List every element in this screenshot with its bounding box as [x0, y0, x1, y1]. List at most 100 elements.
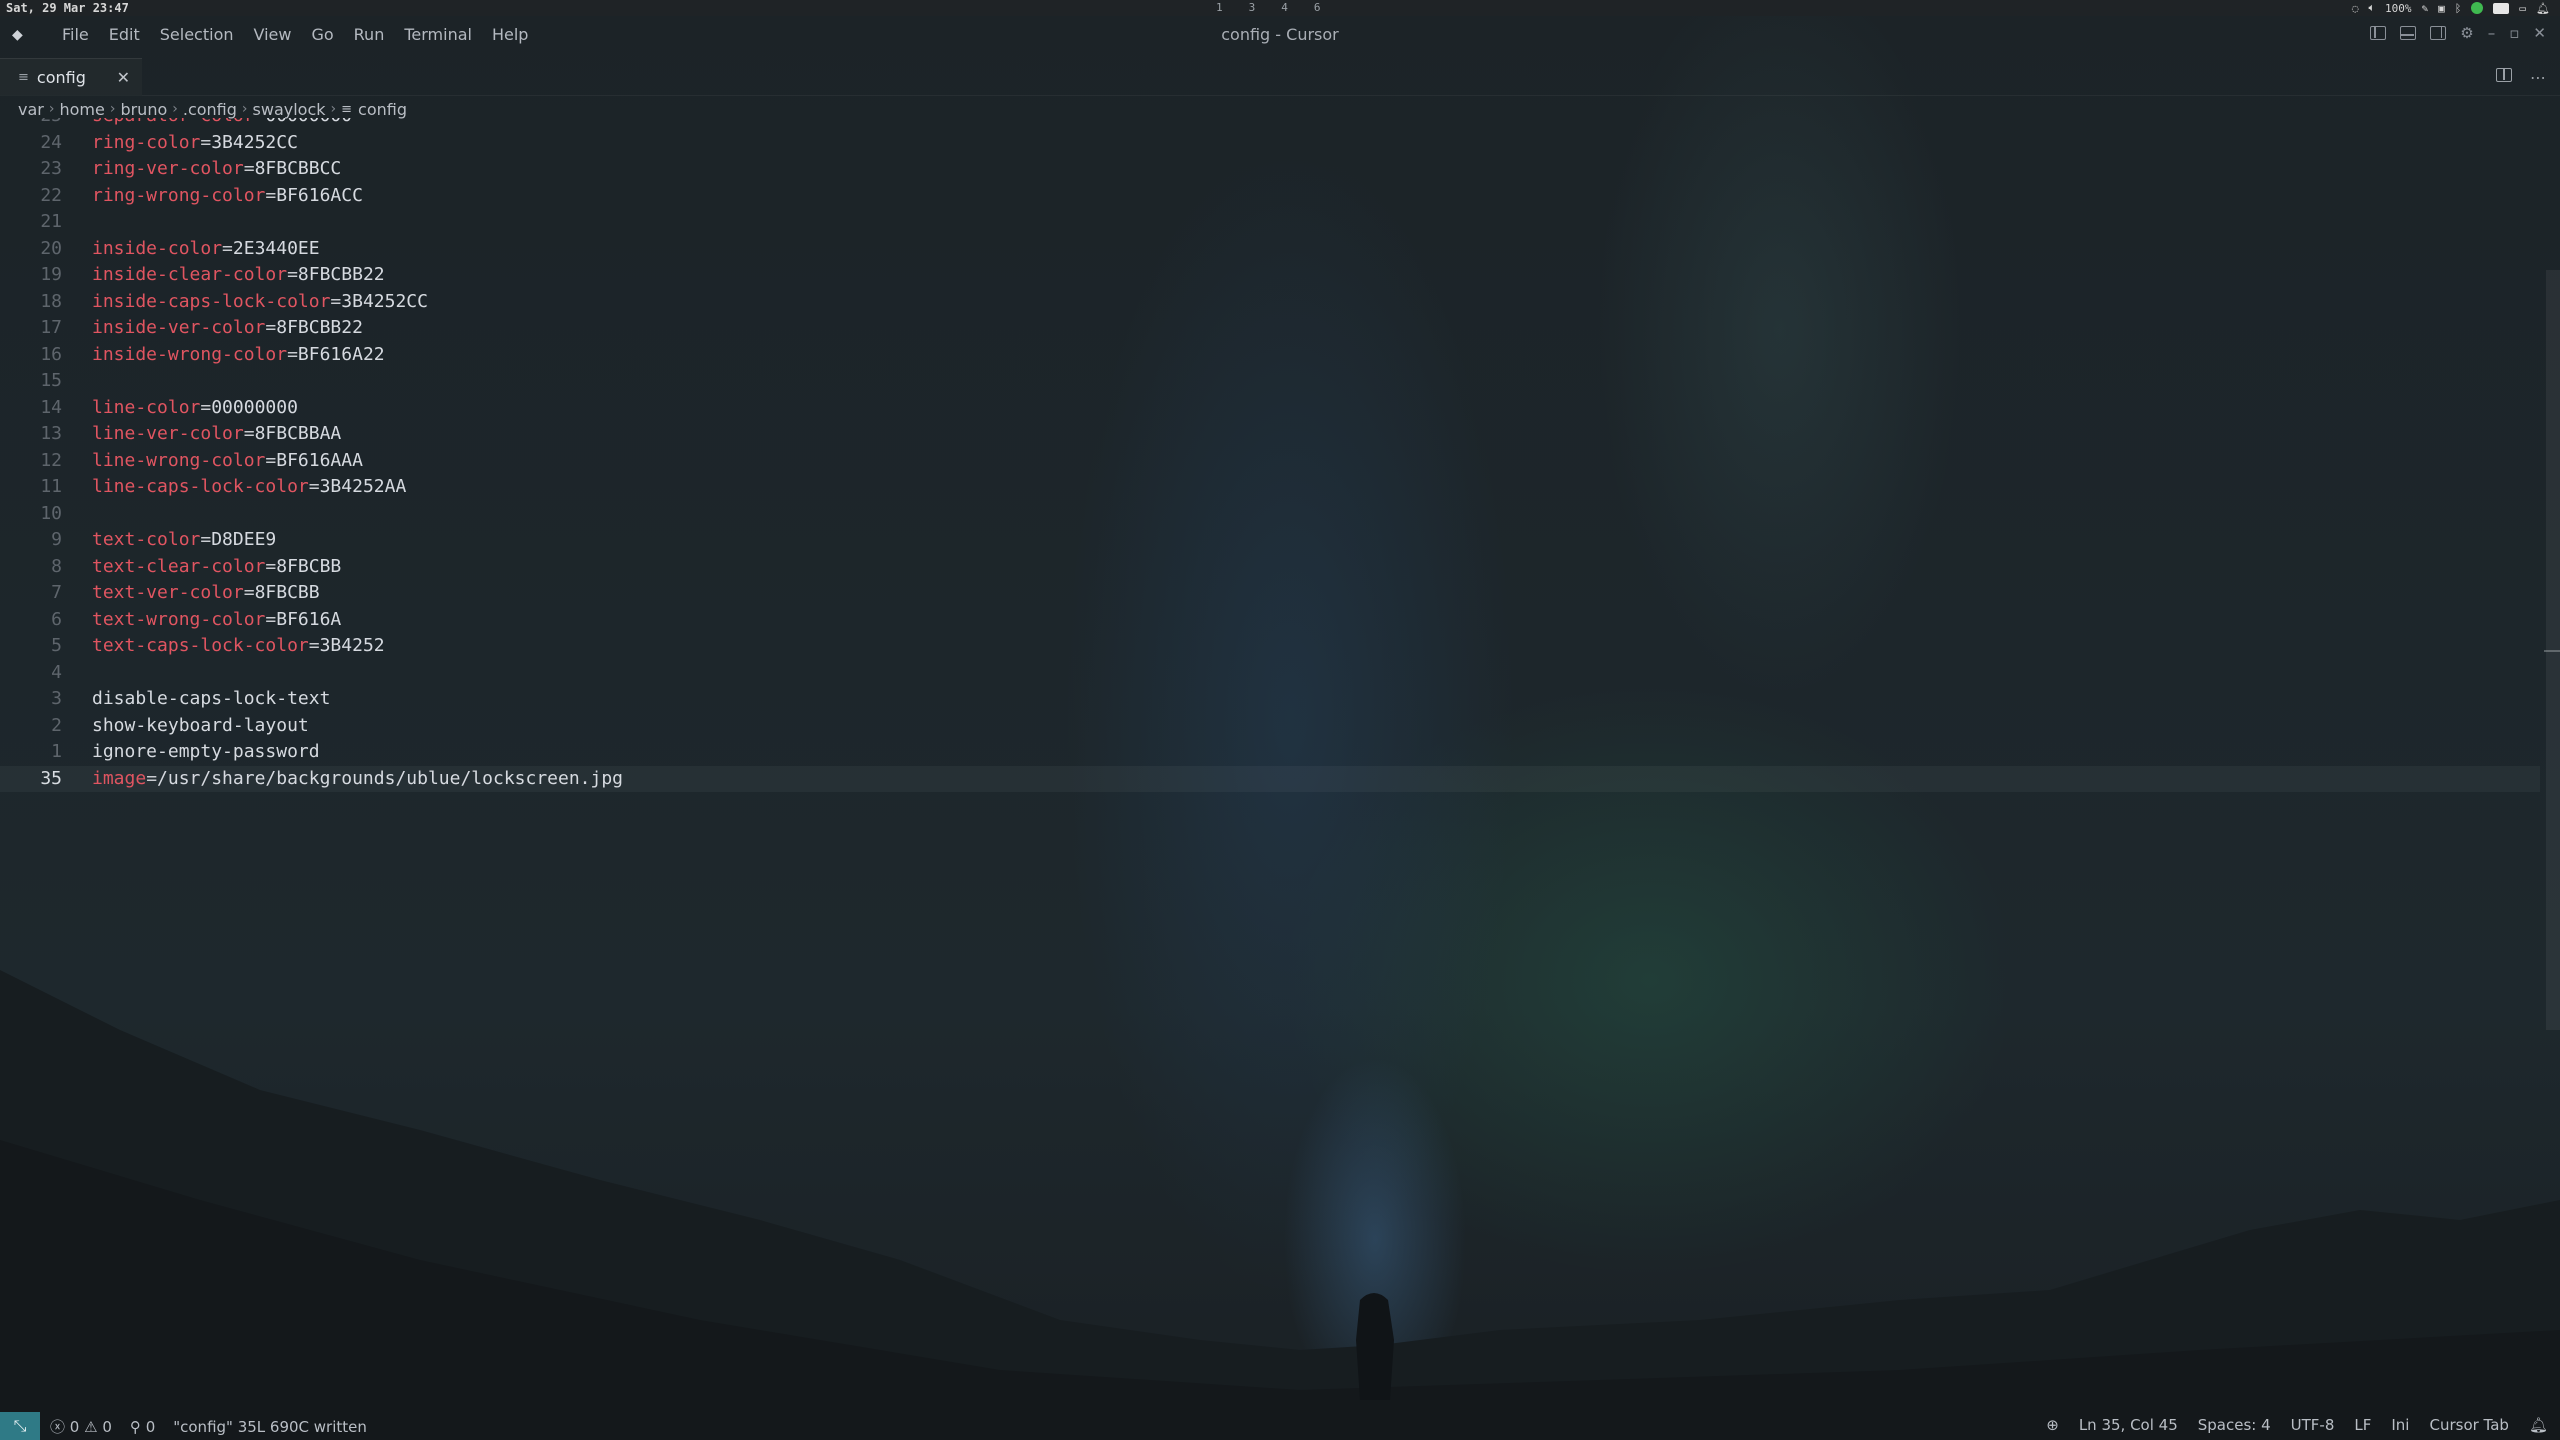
- code-line[interactable]: 35 image=/usr/share/backgrounds/ublue/loc…: [0, 765, 2540, 793]
- line-number: 16: [40, 343, 62, 365]
- code-line[interactable]: 10: [0, 501, 2540, 528]
- mail-icon[interactable]: ▭: [2519, 2, 2526, 15]
- line-number: 20: [40, 237, 62, 259]
- breadcrumb-item[interactable]: bruno: [120, 100, 167, 119]
- workspace-button[interactable]: 1: [1216, 1, 1223, 14]
- equals-sign: =: [265, 555, 277, 577]
- code-line[interactable]: 22 ring-wrong-color=BF616ACC: [0, 183, 2540, 210]
- workspace-button[interactable]: 6: [1314, 1, 1321, 14]
- code-line[interactable]: 18 inside-caps-lock-color=3B4252CC: [0, 289, 2540, 316]
- toggle-secondary-sidebar-icon[interactable]: [2430, 26, 2447, 40]
- volume-icon[interactable]: 🔈︎: [2368, 1, 2375, 15]
- close-window-icon[interactable]: ✕: [2533, 24, 2546, 42]
- directive-text: ignore-empty-password: [92, 741, 320, 762]
- toggle-panel-icon[interactable]: [2400, 26, 2417, 40]
- toggle-primary-sidebar-icon[interactable]: [2370, 26, 2387, 40]
- line-number: 23: [40, 158, 62, 179]
- code-line[interactable]: 5 text-caps-lock-color=3B4252: [0, 633, 2540, 660]
- code-line[interactable]: 15: [0, 368, 2540, 395]
- chat-icon[interactable]: [2493, 2, 2510, 14]
- language-mode[interactable]: Ini: [2391, 1416, 2409, 1434]
- code-line[interactable]: 23 ring-ver-color=8FBCBBCC: [0, 156, 2540, 183]
- editor-scrollbar[interactable]: [2542, 118, 2560, 1418]
- cursor-position-marker: [2544, 650, 2560, 652]
- mic-off-icon[interactable]: ✎: [2422, 2, 2429, 15]
- bluetooth-icon[interactable]: ᛒ: [2455, 2, 2462, 15]
- tab-close-icon[interactable]: ✕: [117, 68, 130, 87]
- config-value: 2E3440EE: [232, 237, 320, 259]
- code-line[interactable]: 13 line-ver-color=8FBCBBAA: [0, 421, 2540, 448]
- indentation[interactable]: Spaces: 4: [2198, 1416, 2271, 1434]
- code-line[interactable]: 7 text-ver-color=8FBCBB: [0, 580, 2540, 607]
- line-number: 3: [51, 688, 62, 709]
- maximize-icon[interactable]: ▫: [2509, 24, 2519, 42]
- line-content: inside-color=2E3440EE: [92, 236, 320, 263]
- workspace-button[interactable]: 3: [1249, 1, 1256, 14]
- code-line[interactable]: 11 line-caps-lock-color=3B4252AA: [0, 474, 2540, 501]
- line-content: image=/usr/share/backgrounds/ublue/locks…: [92, 766, 623, 793]
- menu-selection[interactable]: Selection: [150, 25, 244, 44]
- network-icon[interactable]: ▣: [2438, 2, 2445, 15]
- config-value: D8DEE9: [211, 529, 277, 550]
- code-line[interactable]: 3 disable-caps-lock-text: [0, 686, 2540, 713]
- menu-edit[interactable]: Edit: [99, 25, 150, 44]
- notification-icon[interactable]: 🔔︎: [2536, 2, 2550, 15]
- breadcrumb-item[interactable]: swaylock: [253, 100, 326, 119]
- code-line[interactable]: 21: [0, 209, 2540, 236]
- code-line[interactable]: 12 line-wrong-color=BF616AAA: [0, 448, 2540, 475]
- code-line[interactable]: 8 text-clear-color=8FBCBB: [0, 554, 2540, 581]
- menu-help[interactable]: Help: [482, 25, 538, 44]
- menu-view[interactable]: View: [244, 25, 302, 44]
- workspace-button[interactable]: 4: [1281, 1, 1288, 14]
- code-line[interactable]: 14 line-color=00000000: [0, 395, 2540, 422]
- code-line[interactable]: 9 text-color=D8DEE9: [0, 527, 2540, 554]
- config-key: line-caps-lock-color: [92, 476, 309, 497]
- code-line[interactable]: 19 inside-clear-color=8FBCBB22: [0, 262, 2540, 289]
- cursor-position[interactable]: Ln 35, Col 45: [2079, 1416, 2178, 1434]
- menu-run[interactable]: Run: [344, 25, 395, 44]
- end-of-line[interactable]: LF: [2354, 1416, 2371, 1434]
- more-actions-icon[interactable]: ⋯: [2530, 68, 2546, 87]
- split-editor-icon[interactable]: [2496, 68, 2512, 82]
- line-number: 22: [40, 184, 62, 206]
- chevron-right-icon: ›: [330, 101, 337, 117]
- breadcrumb-item[interactable]: var: [18, 100, 44, 119]
- menu-file[interactable]: File: [52, 25, 99, 44]
- config-value: BF616AAA: [276, 449, 363, 471]
- ini-file-icon: ≡: [18, 70, 29, 85]
- ports-indicator[interactable]: ⚲ 0: [130, 1418, 155, 1436]
- settings-gear-icon[interactable]: ⚙: [2460, 24, 2473, 42]
- code-editor[interactable]: 25separator-color=0000000024ring-color=3…: [0, 118, 2540, 1418]
- minimize-icon[interactable]: –: [2488, 24, 2496, 42]
- config-value: 8FBCBBCC: [254, 158, 342, 179]
- code-line[interactable]: 24 ring-color=3B4252CC: [0, 130, 2540, 157]
- remote-indicator-icon[interactable]: ⤡: [0, 1412, 40, 1440]
- config-key: image: [92, 767, 147, 789]
- notifications-bell-icon[interactable]: 🔔︎: [2529, 1416, 2548, 1434]
- code-line[interactable]: 4: [0, 660, 2540, 687]
- code-line[interactable]: 1 ignore-empty-password: [0, 739, 2540, 766]
- breadcrumb-item[interactable]: .config: [183, 100, 237, 119]
- menu-go[interactable]: Go: [301, 25, 343, 44]
- system-clock: Sat, 29 Mar 23:47: [6, 1, 129, 15]
- breadcrumb-item[interactable]: home: [59, 100, 104, 119]
- code-line[interactable]: 20 inside-color=2E3440EE: [0, 236, 2540, 263]
- line-number: 5: [51, 635, 62, 656]
- problems-indicator[interactable]: ⓧ 0 ⚠ 0: [50, 1416, 112, 1437]
- line-content: inside-ver-color=8FBCBB22: [92, 315, 363, 342]
- encoding[interactable]: UTF-8: [2291, 1416, 2335, 1434]
- menu-terminal[interactable]: Terminal: [394, 25, 482, 44]
- breadcrumb-item[interactable]: config: [358, 100, 407, 119]
- code-line[interactable]: 17 inside-ver-color=8FBCBB22: [0, 315, 2540, 342]
- check-icon[interactable]: [2471, 2, 2484, 14]
- code-line[interactable]: 16 inside-wrong-color=BF616A22: [0, 342, 2540, 369]
- equals-sign: =: [265, 449, 277, 471]
- eye-off-icon[interactable]: ◌: [2352, 2, 2359, 15]
- warning-count: 0: [102, 1418, 112, 1436]
- cursor-tab[interactable]: Cursor Tab: [2429, 1416, 2508, 1434]
- code-line[interactable]: 2 show-keyboard-layout: [0, 713, 2540, 740]
- editor-actions: ⋯: [2496, 68, 2546, 87]
- code-line[interactable]: 6 text-wrong-color=BF616A: [0, 607, 2540, 634]
- zoom-icon[interactable]: ⊕: [2046, 1416, 2059, 1434]
- tab-config[interactable]: ≡ config ✕: [0, 58, 142, 96]
